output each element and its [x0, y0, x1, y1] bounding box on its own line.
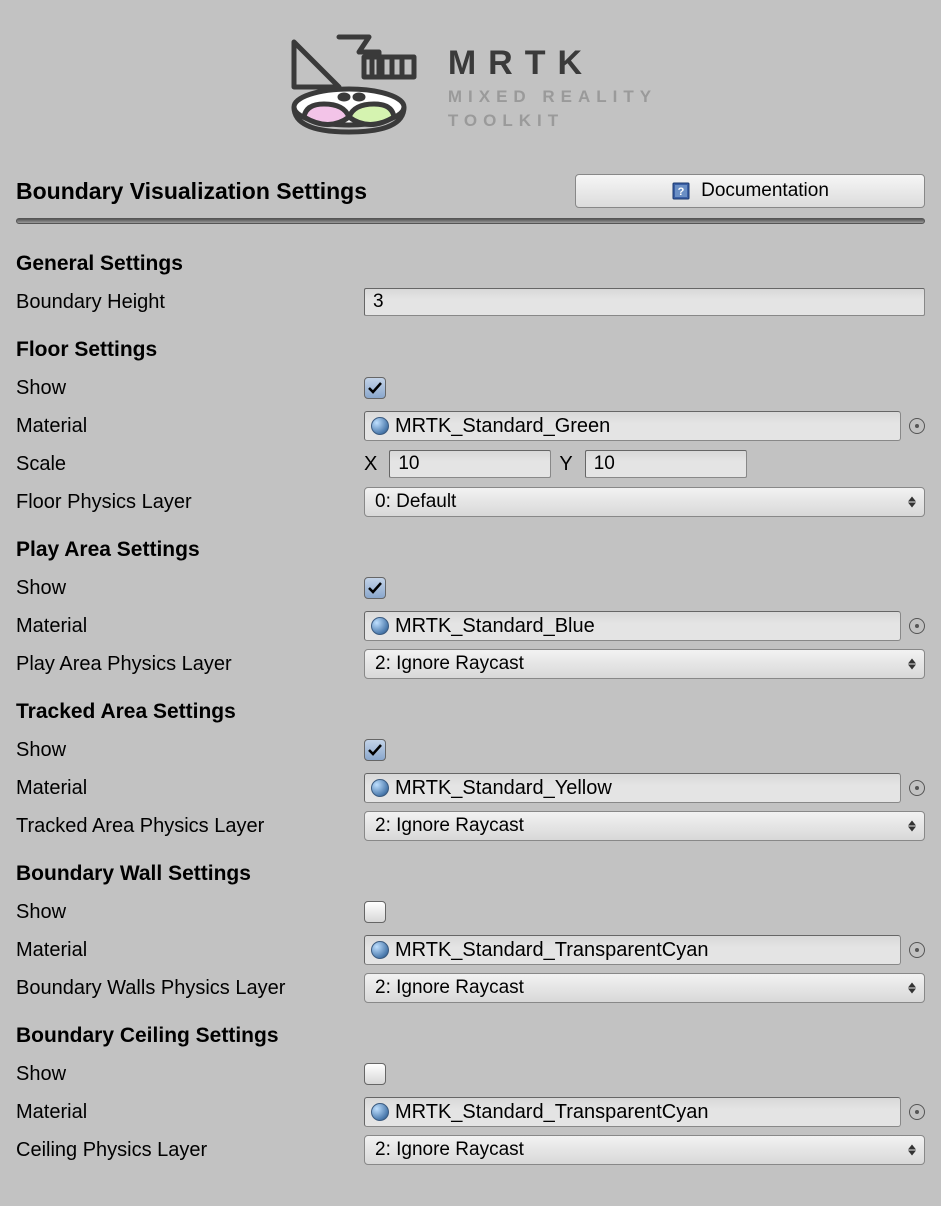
- boundary-ceiling-physics-label: Ceiling Physics Layer: [16, 1137, 364, 1164]
- play-area-physics-dropdown[interactable]: 2: Ignore Raycast: [364, 649, 925, 679]
- boundary-height-label: Boundary Height: [16, 289, 364, 316]
- play-area-material-picker-icon[interactable]: [909, 618, 925, 634]
- material-sphere-icon: [371, 779, 389, 797]
- material-sphere-icon: [371, 941, 389, 959]
- play-area-settings-heading: Play Area Settings: [16, 538, 925, 562]
- boundary-ceiling-material-picker-icon[interactable]: [909, 1104, 925, 1120]
- floor-material-value: MRTK_Standard_Green: [395, 415, 610, 438]
- dropdown-arrows-icon: [908, 497, 916, 508]
- boundary-wall-material-field[interactable]: MRTK_Standard_TransparentCyan: [364, 935, 901, 965]
- boundary-ceiling-material-field[interactable]: MRTK_Standard_TransparentCyan: [364, 1097, 901, 1127]
- play-area-material-value: MRTK_Standard_Blue: [395, 615, 595, 638]
- tracked-area-settings-heading: Tracked Area Settings: [16, 700, 925, 724]
- documentation-button[interactable]: ? Documentation: [575, 174, 925, 208]
- tracked-area-material-label: Material: [16, 775, 364, 802]
- tracked-area-material-value: MRTK_Standard_Yellow: [395, 777, 612, 800]
- scale-y-label: Y: [559, 453, 572, 476]
- boundary-wall-physics-dropdown[interactable]: 2: Ignore Raycast: [364, 973, 925, 1003]
- boundary-wall-material-picker-icon[interactable]: [909, 942, 925, 958]
- tracked-area-show-label: Show: [16, 737, 364, 764]
- tracked-area-material-field[interactable]: MRTK_Standard_Yellow: [364, 773, 901, 803]
- documentation-label: Documentation: [701, 180, 829, 202]
- general-settings-heading: General Settings: [16, 252, 925, 276]
- floor-material-field[interactable]: MRTK_Standard_Green: [364, 411, 901, 441]
- material-sphere-icon: [371, 417, 389, 435]
- boundary-wall-show-label: Show: [16, 899, 364, 926]
- floor-show-checkbox[interactable]: [364, 377, 386, 399]
- tracked-area-physics-label: Tracked Area Physics Layer: [16, 813, 364, 840]
- boundary-ceiling-physics-value: 2: Ignore Raycast: [375, 1139, 524, 1161]
- divider: [16, 218, 925, 224]
- dropdown-arrows-icon: [908, 983, 916, 994]
- dropdown-arrows-icon: [908, 821, 916, 832]
- boundary-ceiling-material-label: Material: [16, 1099, 364, 1126]
- logo-subtitle-2: TOOLKIT: [448, 111, 657, 131]
- boundary-wall-settings-heading: Boundary Wall Settings: [16, 862, 925, 886]
- boundary-ceiling-material-value: MRTK_Standard_TransparentCyan: [395, 1101, 709, 1124]
- floor-physics-label: Floor Physics Layer: [16, 489, 364, 516]
- play-area-show-label: Show: [16, 575, 364, 602]
- boundary-height-input[interactable]: [364, 288, 925, 316]
- play-area-physics-value: 2: Ignore Raycast: [375, 653, 524, 675]
- dropdown-arrows-icon: [908, 1145, 916, 1156]
- floor-physics-value: 0: Default: [375, 491, 456, 513]
- boundary-wall-show-checkbox[interactable]: [364, 901, 386, 923]
- floor-scale-y-input[interactable]: [585, 450, 747, 478]
- mrtk-logo-header: MRTK MIXED REALITY TOOLKIT: [16, 32, 925, 142]
- play-area-physics-label: Play Area Physics Layer: [16, 651, 364, 678]
- tracked-area-show-checkbox[interactable]: [364, 739, 386, 761]
- boundary-wall-physics-value: 2: Ignore Raycast: [375, 977, 524, 999]
- play-area-material-field[interactable]: MRTK_Standard_Blue: [364, 611, 901, 641]
- boundary-wall-physics-label: Boundary Walls Physics Layer: [16, 975, 364, 1002]
- floor-physics-dropdown[interactable]: 0: Default: [364, 487, 925, 517]
- boundary-ceiling-show-checkbox[interactable]: [364, 1063, 386, 1085]
- material-sphere-icon: [371, 617, 389, 635]
- boundary-ceiling-physics-dropdown[interactable]: 2: Ignore Raycast: [364, 1135, 925, 1165]
- floor-scale-x-input[interactable]: [389, 450, 551, 478]
- logo-subtitle-1: MIXED REALITY: [448, 87, 657, 107]
- material-sphere-icon: [371, 1103, 389, 1121]
- boundary-ceiling-show-label: Show: [16, 1061, 364, 1088]
- mrtk-logo-icon: [284, 32, 424, 142]
- help-book-icon: ?: [671, 181, 691, 201]
- floor-settings-heading: Floor Settings: [16, 338, 925, 362]
- floor-scale-label: Scale: [16, 451, 364, 478]
- scale-x-label: X: [364, 453, 377, 476]
- svg-text:?: ?: [678, 186, 685, 198]
- page-title: Boundary Visualization Settings: [16, 178, 367, 205]
- dropdown-arrows-icon: [908, 659, 916, 670]
- tracked-area-material-picker-icon[interactable]: [909, 780, 925, 796]
- tracked-area-physics-dropdown[interactable]: 2: Ignore Raycast: [364, 811, 925, 841]
- boundary-wall-material-value: MRTK_Standard_TransparentCyan: [395, 939, 709, 962]
- floor-material-picker-icon[interactable]: [909, 418, 925, 434]
- tracked-area-physics-value: 2: Ignore Raycast: [375, 815, 524, 837]
- play-area-material-label: Material: [16, 613, 364, 640]
- boundary-ceiling-settings-heading: Boundary Ceiling Settings: [16, 1024, 925, 1048]
- play-area-show-checkbox[interactable]: [364, 577, 386, 599]
- floor-material-label: Material: [16, 413, 364, 440]
- logo-title: MRTK: [448, 44, 657, 83]
- floor-show-label: Show: [16, 375, 364, 402]
- boundary-wall-material-label: Material: [16, 937, 364, 964]
